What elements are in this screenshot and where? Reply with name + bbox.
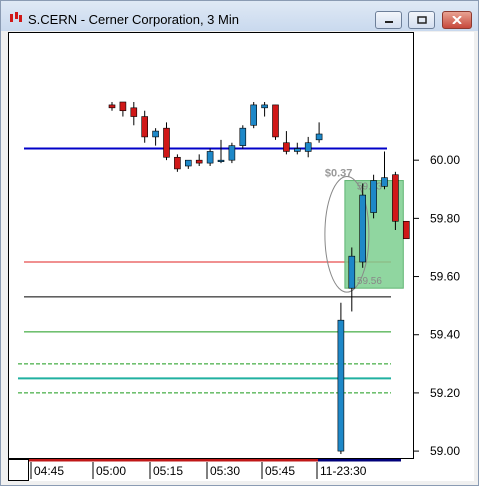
chart-window: S.CERN - Cerner Corporation, 3 Min $0.37… [0, 0, 479, 486]
time-tick-label-4: 05:45 [265, 464, 295, 478]
measure-upper-label: 59.93 [357, 182, 382, 193]
chart-corner-button[interactable] [8, 459, 29, 481]
candle-body-12 [239, 127, 247, 146]
candle-body-27 [402, 220, 410, 240]
candle-body-7 [185, 159, 192, 167]
candle-body-14 [261, 104, 268, 109]
time-axis-blue-bar [318, 459, 401, 462]
time-tick-label-5: 11-23:30 [320, 464, 367, 478]
candle-body-22 [348, 255, 356, 289]
price-chart[interactable]: $0.37 59.93 59.56 [9, 33, 413, 458]
maximize-button[interactable] [408, 11, 435, 29]
title-bar[interactable]: S.CERN - Cerner Corporation, 3 Min [1, 1, 478, 31]
price-axis: 60.00 59.80 59.60 59.40 59.20 59.00 [414, 32, 474, 459]
candle-body-2 [130, 107, 138, 117]
candle-body-25 [381, 177, 388, 187]
candle-body-11 [228, 145, 236, 161]
candle-body-13 [250, 104, 257, 126]
chart-app-icon [10, 12, 22, 22]
candle-body-16 [283, 142, 290, 152]
chart-area[interactable]: $0.37 59.93 59.56 [8, 32, 414, 459]
candle-body-6 [174, 156, 181, 170]
measure-lower-label: 59.56 [357, 276, 382, 287]
close-icon [452, 16, 462, 24]
price-tick-label-2: 59.60 [430, 270, 460, 284]
price-tick-label-1: 59.80 [430, 211, 460, 225]
time-axis: 04:45 05:00 05:15 05:30 05:45 11-23:30 [8, 459, 474, 481]
price-tick-label-4: 59.20 [430, 386, 460, 400]
candle-body-5 [163, 127, 170, 158]
candle-body-3 [141, 116, 148, 138]
minimize-icon [384, 21, 393, 23]
window-title: S.CERN - Cerner Corporation, 3 Min [28, 12, 239, 27]
candle-body-18 [304, 142, 312, 152]
candle-body-19 [315, 133, 323, 141]
candle-body-9 [206, 151, 214, 164]
candle-body-8 [195, 159, 203, 164]
candle-body-17 [293, 148, 301, 152]
time-tick-label-3: 05:30 [210, 464, 240, 478]
candle-body-21 [337, 319, 345, 452]
candle-body-1 [119, 101, 127, 112]
minimize-button[interactable] [375, 11, 402, 29]
maximize-icon [416, 16, 427, 24]
measure-move-label: $0.37 [325, 168, 353, 180]
candle-body-0 [108, 104, 116, 109]
candle-body-26 [392, 174, 399, 222]
candle-body-15 [272, 104, 279, 138]
price-tick-label-0: 60.00 [430, 153, 460, 167]
price-tick-label-5: 59.00 [430, 444, 460, 458]
time-tick-label-1: 05:00 [96, 464, 126, 478]
time-tick-label-0: 04:45 [34, 464, 64, 478]
candle-body-24 [370, 180, 377, 213]
candle-body-10 [217, 159, 225, 162]
candle-body-23 [359, 194, 367, 263]
price-tick-label-3: 59.40 [430, 328, 460, 342]
close-button[interactable] [442, 11, 472, 29]
time-tick-label-2: 05:15 [153, 464, 183, 478]
candle-body-4 [152, 130, 159, 138]
